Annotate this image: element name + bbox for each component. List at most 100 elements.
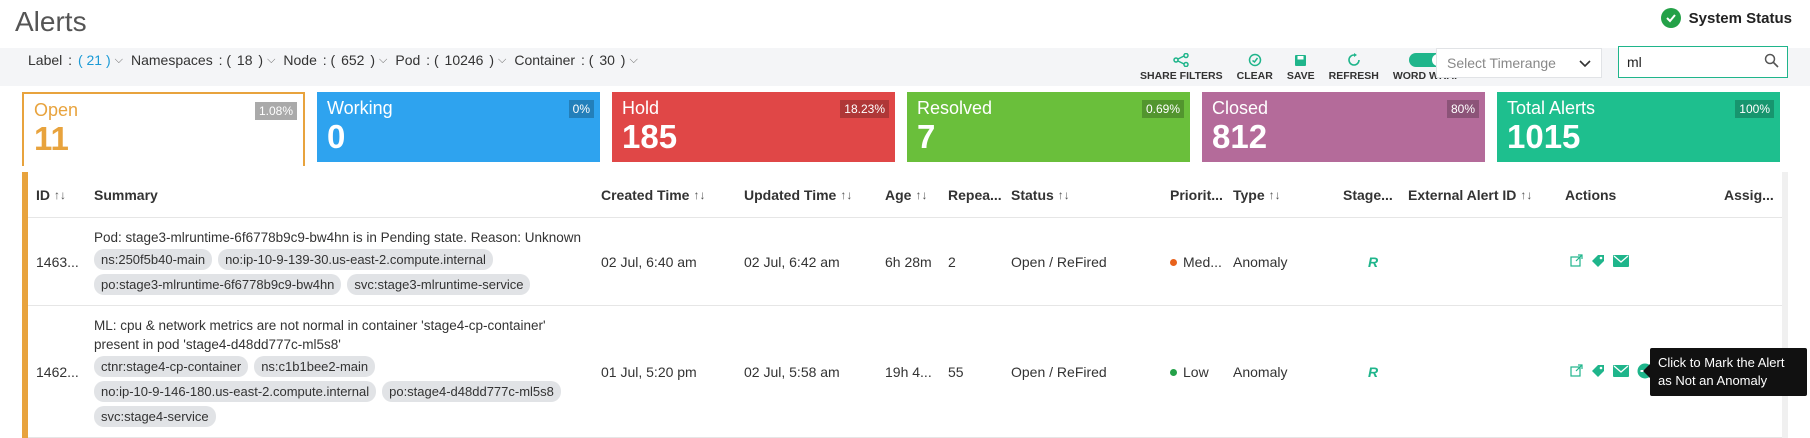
tag[interactable]: no:ip-10-9-139-30.us-east-2.compute.inte… — [218, 249, 493, 270]
card-percent-badge: 80% — [1446, 100, 1479, 118]
mail-icon[interactable] — [1613, 364, 1629, 380]
card-hold[interactable]: Hold 185 18.23% — [612, 92, 895, 162]
cell-id[interactable]: 1463... — [36, 218, 79, 306]
col-summary-label: Summary — [94, 187, 158, 203]
card-label: Resolved — [917, 98, 993, 118]
priority-label: Med... — [1183, 254, 1222, 270]
tag-icon[interactable] — [1591, 364, 1605, 381]
filter-namespaces[interactable]: Namespaces : ( 18 ) ⌵ — [131, 52, 275, 68]
card-percent-badge: 100% — [1735, 100, 1774, 118]
tag[interactable]: no:ip-10-9-146-180.us-east-2.compute.int… — [94, 381, 377, 402]
tooltip: Click to Mark the Alert as Not an Anomal… — [1643, 348, 1807, 396]
cell-stage[interactable]: R — [1368, 306, 1378, 438]
filter-node[interactable]: Node : ( 652 ) ⌵ — [283, 52, 387, 68]
tag[interactable]: po:stage4-d48dd777c-ml5s8 — [382, 381, 561, 402]
col-assign[interactable]: Assig... — [1724, 172, 1774, 218]
cell-id[interactable]: 1462... — [36, 306, 79, 438]
priority-dot-icon — [1170, 258, 1177, 266]
summary-text: ML: cpu & network metrics are not normal… — [94, 318, 546, 333]
save-button[interactable]: SAVE — [1287, 46, 1315, 82]
chevron-down-icon: ⌵ — [114, 53, 123, 66]
col-created-time[interactable]: Created Time ↑↓ — [601, 172, 705, 218]
card-percent-badge: 0% — [568, 100, 594, 118]
tag-icon[interactable] — [1591, 254, 1605, 271]
filter-label-count: 21 — [86, 52, 103, 68]
filter-pod[interactable]: Pod : ( 10246 ) ⌵ — [395, 52, 506, 68]
col-id[interactable]: ID ↑↓ — [36, 172, 66, 218]
search-input[interactable]: ml — [1618, 46, 1788, 78]
tooltip-text: as Not an Anomaly — [1658, 373, 1768, 388]
card-label: Total Alerts — [1507, 98, 1596, 118]
card-resolved[interactable]: Resolved 7 0.69% — [907, 92, 1190, 162]
col-stage-label: Stage... — [1343, 187, 1393, 203]
col-age[interactable]: Age ↑↓ — [885, 172, 927, 218]
open-external-icon[interactable] — [1570, 254, 1583, 270]
sort-icon: ↑↓ — [915, 188, 928, 202]
filter-list: Label : ( 21 ) ⌵ Namespaces : ( 18 ) ⌵ Nod… — [28, 52, 638, 68]
sort-icon: ↑↓ — [54, 188, 66, 202]
table-row[interactable]: 1462... ML: cpu & network metrics are no… — [28, 306, 1782, 438]
cell-summary: Pod: stage3-mlruntime-6f6778b9c9-bw4hn i… — [94, 228, 594, 295]
col-id-label: ID — [36, 187, 50, 203]
card-value: 0 — [327, 118, 346, 155]
timerange-placeholder: Select Timerange — [1447, 55, 1556, 71]
col-updated-time[interactable]: Updated Time ↑↓ — [744, 172, 852, 218]
vertical-scrollbar[interactable] — [1782, 172, 1788, 438]
col-type[interactable]: Type ↑↓ — [1233, 172, 1281, 218]
col-external-alert-id[interactable]: External Alert ID ↑↓ — [1408, 172, 1532, 218]
col-actions-label: Actions — [1565, 187, 1617, 203]
filter-label[interactable]: Label : ( 21 ) ⌵ — [28, 52, 123, 68]
timerange-select[interactable]: Select Timerange — [1436, 48, 1602, 78]
tag-list: ctnr:stage4-cp-container ns:c1b1bee2-mai… — [94, 356, 574, 427]
col-priority[interactable]: Priorit... — [1170, 172, 1223, 218]
tag[interactable]: ctnr:stage4-cp-container — [94, 356, 249, 377]
sort-icon: ↑↓ — [1057, 188, 1070, 202]
cell-repeat: 2 — [948, 254, 956, 270]
tag[interactable]: po:stage3-mlruntime-6f6778b9c9-bw4hn — [94, 274, 342, 295]
filter-container[interactable]: Container : ( 30 ) ⌵ — [514, 52, 637, 68]
priority-label: Low — [1183, 364, 1209, 380]
check-circle-icon — [1660, 8, 1681, 28]
status-cards: Open 11 1.08% Working 0 0% Hold 185 18.2… — [22, 92, 1780, 166]
card-percent-badge: 1.08% — [254, 102, 297, 120]
cell-age: 19h 4... — [885, 364, 932, 380]
card-open[interactable]: Open 11 1.08% — [22, 92, 305, 166]
system-status[interactable]: System Status — [1660, 8, 1792, 28]
mail-icon[interactable] — [1613, 254, 1629, 270]
card-value: 185 — [622, 118, 678, 155]
share-icon — [1173, 53, 1190, 67]
chevron-down-icon: ⌵ — [629, 53, 638, 66]
chevron-down-icon — [1579, 55, 1591, 71]
card-working[interactable]: Working 0 0% — [317, 92, 600, 162]
open-external-icon[interactable] — [1570, 364, 1583, 380]
cell-stage[interactable]: R — [1368, 218, 1378, 306]
chevron-down-icon: ⌵ — [498, 53, 507, 66]
col-repeat-label: Repea... — [948, 187, 1002, 203]
col-status[interactable]: Status ↑↓ — [1011, 172, 1070, 218]
card-value: 11 — [34, 120, 69, 157]
card-closed[interactable]: Closed 812 80% — [1202, 92, 1485, 162]
table-row[interactable]: 1463... Pod: stage3-mlruntime-6f6778b9c9… — [28, 218, 1782, 306]
refresh-button[interactable]: REFRESH — [1329, 46, 1379, 82]
card-value: 812 — [1212, 118, 1268, 155]
tag[interactable]: svc:stage3-mlruntime-service — [347, 274, 531, 295]
card-total-alerts[interactable]: Total Alerts 1015 100% — [1497, 92, 1780, 162]
col-status-label: Status — [1011, 187, 1054, 203]
share-filters-button[interactable]: SHARE FILTERS — [1140, 46, 1223, 82]
cell-actions — [1570, 306, 1653, 438]
cell-repeat: 55 — [948, 364, 964, 380]
col-repeat[interactable]: Repea... — [948, 172, 1002, 218]
col-assign-label: Assig... — [1724, 187, 1774, 203]
col-created-label: Created Time — [601, 187, 690, 203]
tag[interactable]: ns:250f5b40-main — [94, 249, 213, 270]
priority-dot-icon — [1170, 368, 1177, 376]
tag[interactable]: ns:c1b1bee2-main — [254, 356, 376, 377]
card-label: Closed — [1212, 98, 1269, 118]
clear-button[interactable]: CLEAR — [1237, 46, 1273, 82]
col-stage[interactable]: Stage... — [1343, 172, 1393, 218]
tag[interactable]: svc:stage4-service — [94, 406, 216, 427]
sort-icon: ↑↓ — [1520, 188, 1533, 202]
filter-namespaces-count: 18 — [236, 52, 253, 68]
col-actions: Actions — [1565, 172, 1616, 218]
col-priority-label: Priorit... — [1170, 187, 1223, 203]
